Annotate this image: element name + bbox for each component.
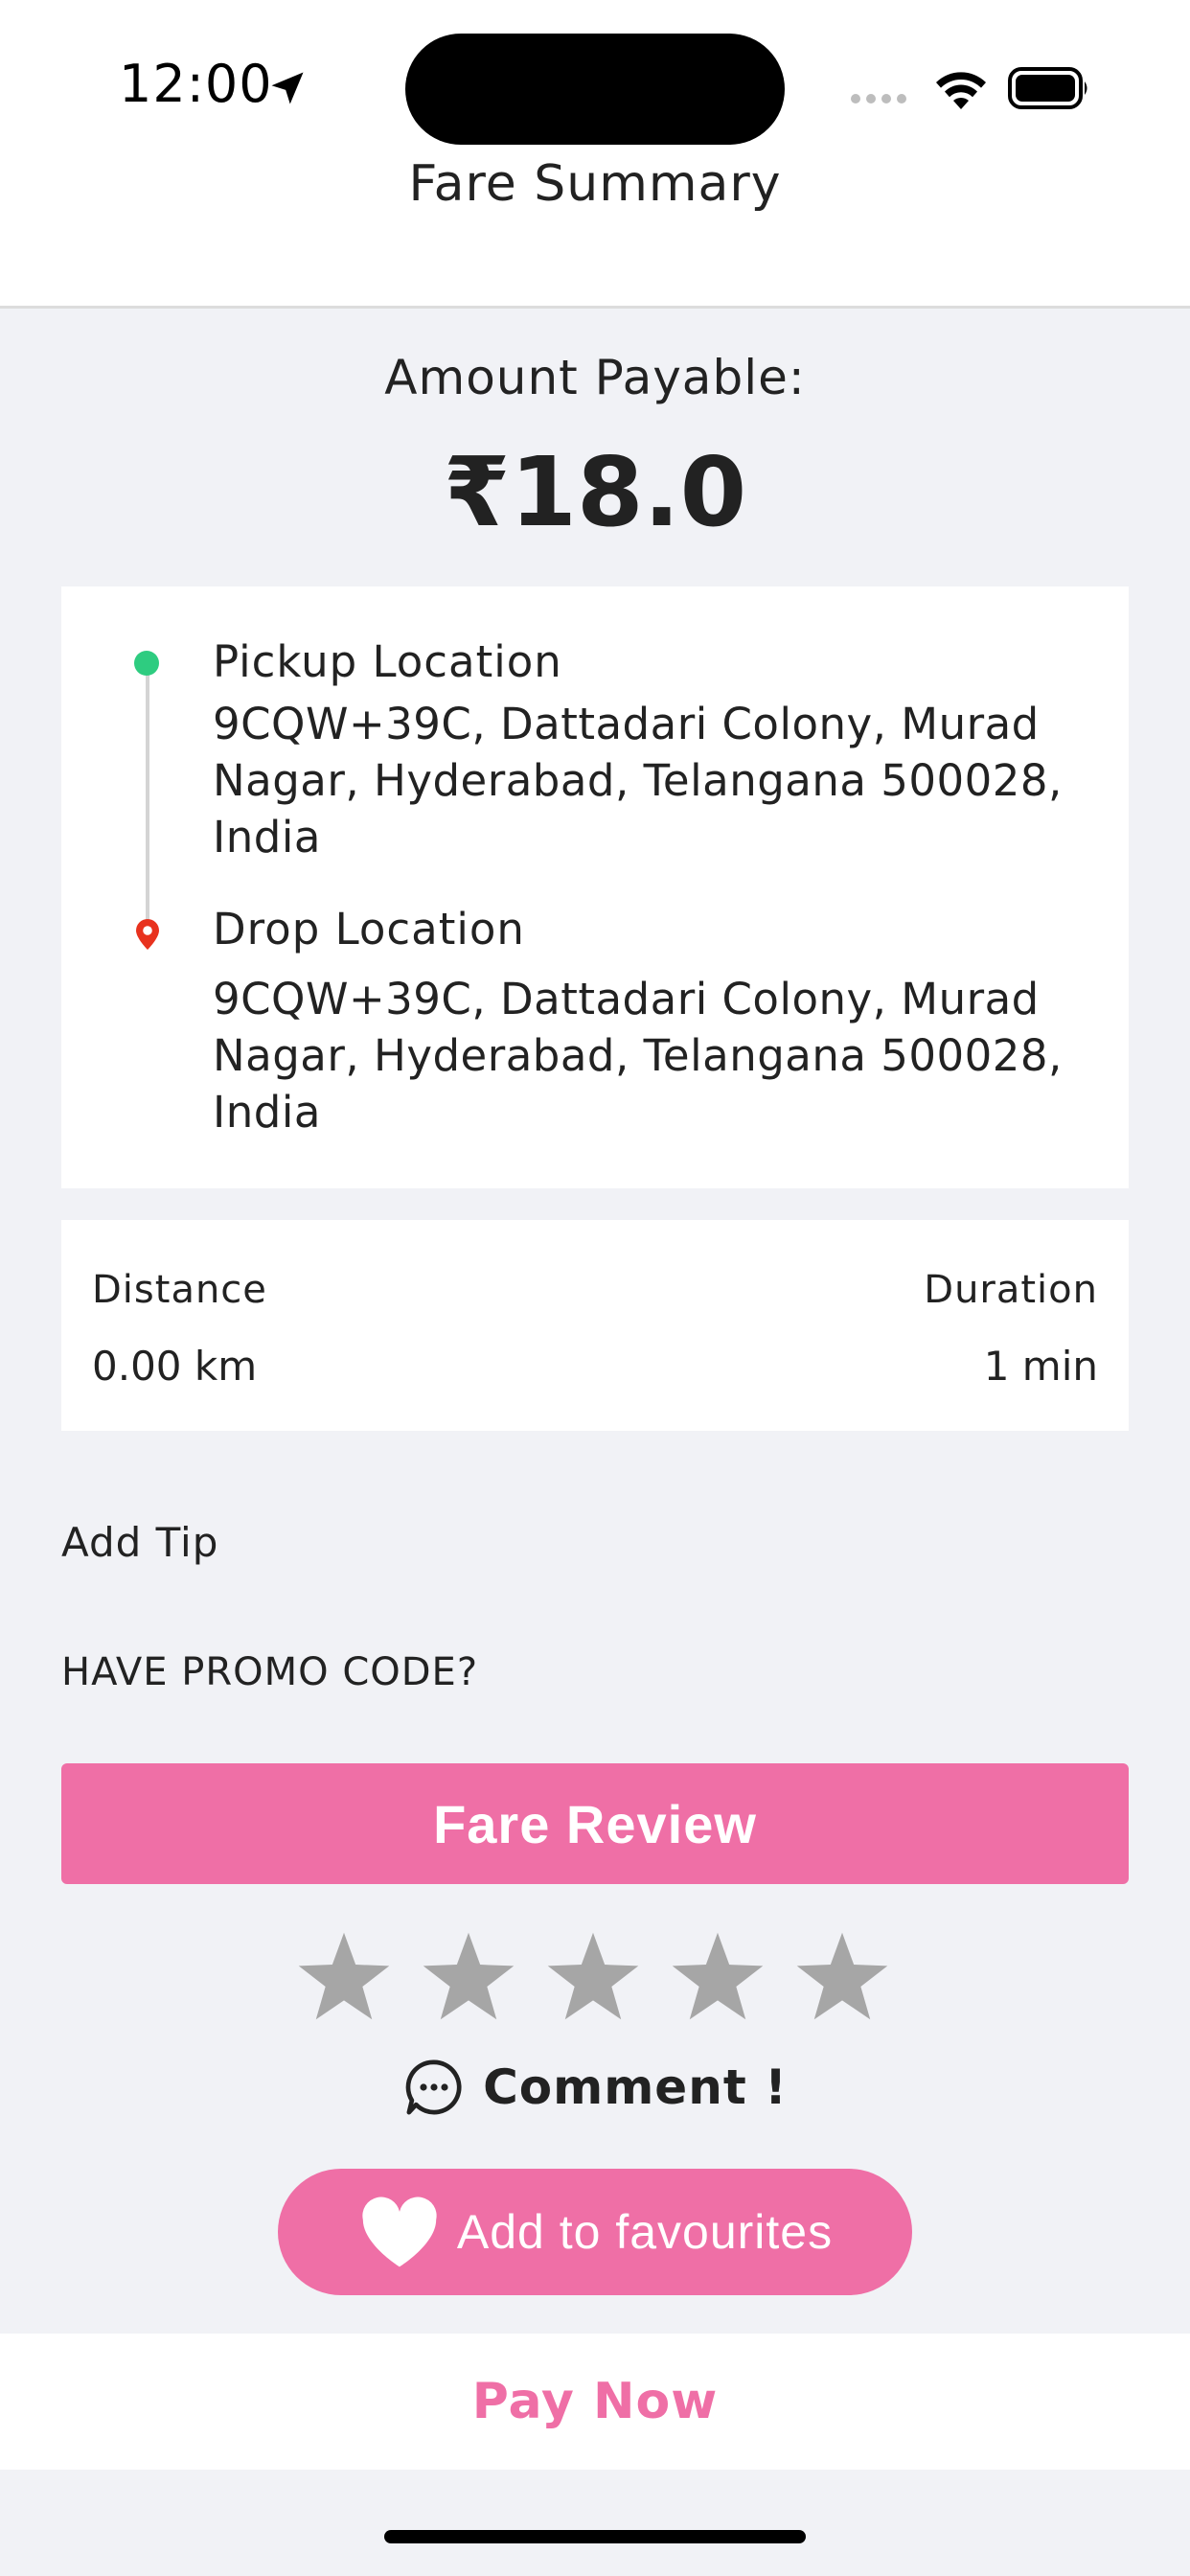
header: 12:00 Fare Summary: [0, 0, 1190, 309]
pay-now-button[interactable]: Pay Now: [472, 2373, 719, 2430]
star-3-icon[interactable]: [541, 1926, 645, 2030]
distance-label: Distance: [92, 1268, 267, 1312]
add-tip-link[interactable]: Add Tip: [61, 1519, 218, 1566]
distance-value: 0.00 km: [92, 1343, 258, 1390]
battery-icon: [1008, 67, 1087, 109]
location-card: Pickup Location 9CQW+39C, Dattadari Colo…: [61, 586, 1129, 1188]
drop-title: Drop Location: [213, 904, 525, 954]
route-line: [146, 665, 149, 922]
amount-value: ₹18.0: [443, 436, 747, 548]
comment-button[interactable]: Comment !: [0, 2056, 1190, 2119]
star-4-icon[interactable]: [666, 1926, 769, 2030]
status-time: 12:00: [119, 54, 273, 114]
pickup-title: Pickup Location: [213, 636, 562, 687]
comment-label: Comment !: [483, 2059, 788, 2115]
favourites-label: Add to favourites: [456, 2205, 834, 2259]
pickup-address: 9CQW+39C, Dattadari Colony, Murad Nagar,…: [213, 699, 1063, 862]
drop-pin-icon: [136, 919, 159, 950]
pickup-dot-icon: [134, 651, 159, 676]
duration-value: 1 min: [983, 1343, 1098, 1390]
chat-bubble-icon: [405, 2059, 462, 2115]
pay-bar: Pay Now: [0, 2334, 1190, 2470]
amount-label: Amount Payable:: [384, 350, 806, 405]
add-to-favourites-button[interactable]: Add to favourites: [278, 2169, 912, 2295]
drop-address: 9CQW+39C, Dattadari Colony, Murad Nagar,…: [213, 974, 1063, 1138]
fare-review-button[interactable]: Fare Review: [61, 1763, 1129, 1884]
promo-code-link[interactable]: HAVE PROMO CODE?: [61, 1650, 478, 1694]
heart-icon: [362, 2196, 437, 2267]
rating-stars: [292, 1926, 894, 2030]
signal-icon: [851, 94, 906, 104]
trip-stats-card: Distance 0.00 km Duration 1 min: [61, 1220, 1129, 1431]
wifi-icon: [936, 72, 986, 109]
location-arrow-icon: [271, 72, 304, 104]
dynamic-island: [405, 34, 785, 145]
page-title: Fare Summary: [408, 155, 782, 213]
star-5-icon[interactable]: [790, 1926, 894, 2030]
home-indicator: [384, 2530, 806, 2543]
duration-label: Duration: [924, 1268, 1098, 1312]
star-1-icon[interactable]: [292, 1926, 396, 2030]
star-2-icon[interactable]: [417, 1926, 520, 2030]
